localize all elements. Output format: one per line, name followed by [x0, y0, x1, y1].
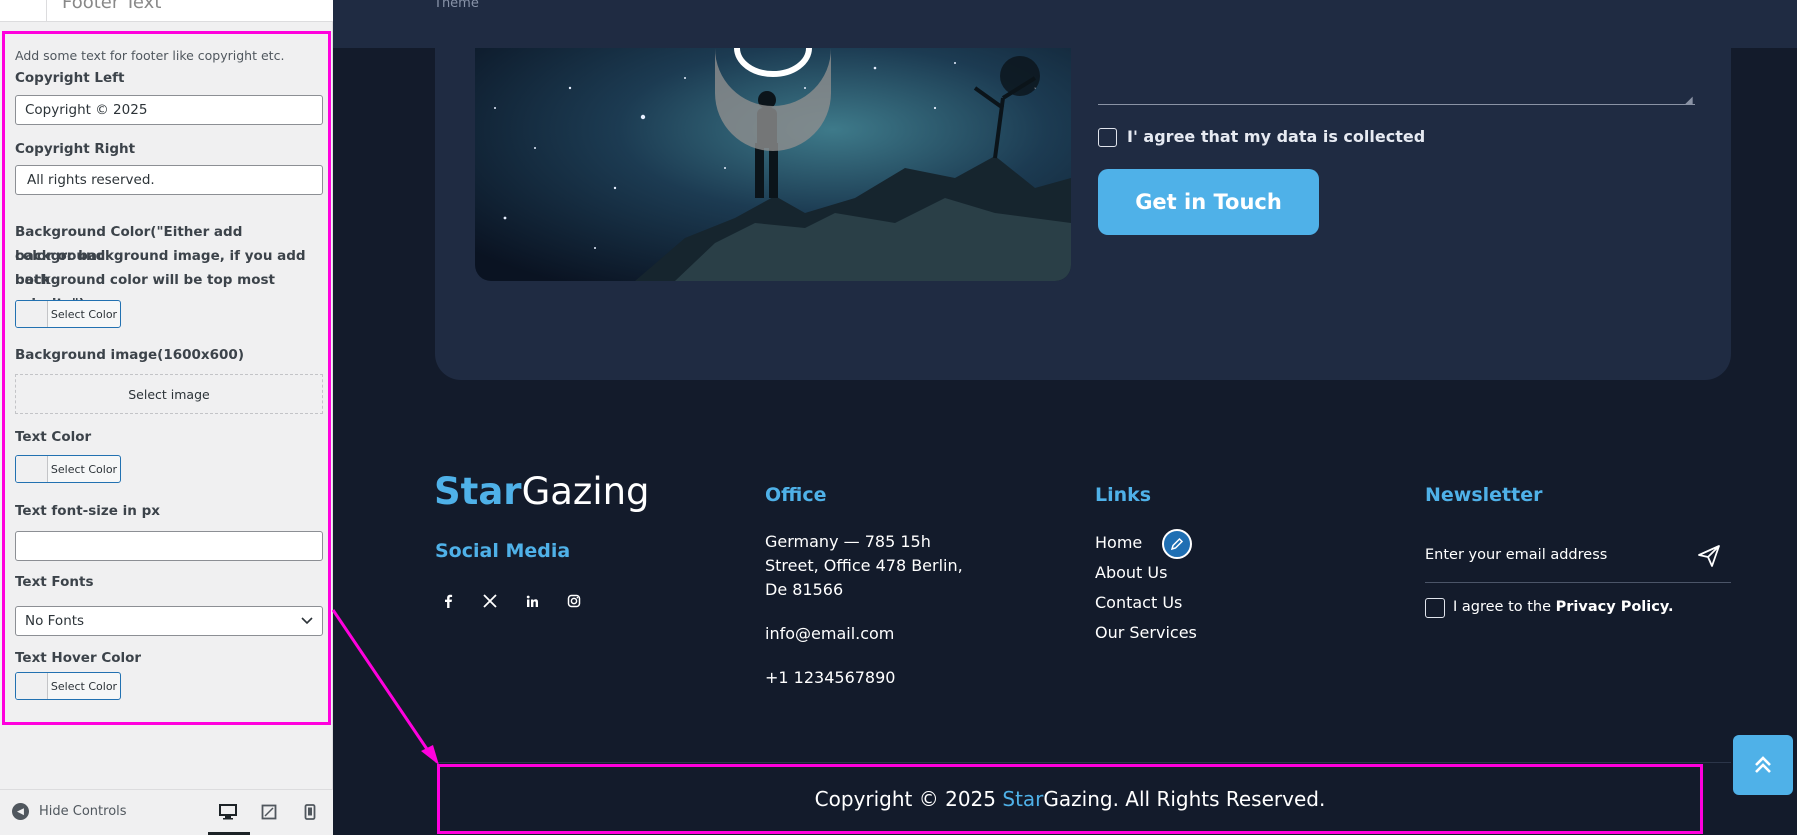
privacy-policy-link[interactable]: Privacy Policy.	[1556, 599, 1674, 615]
copyright-prefix: Copyright © 2025	[814, 787, 997, 811]
facebook-icon[interactable]	[437, 590, 459, 612]
panel-header-title: Footer Text	[62, 0, 162, 13]
text-fonts-label: Text Fonts	[15, 574, 94, 590]
contact-card: ◢ I' agree that my data is collected Get…	[435, 48, 1731, 380]
copyright-left-input[interactable]: Copyright © 2025	[15, 95, 323, 125]
site-logo[interactable]: StarGazing	[434, 470, 650, 513]
newsletter-email-input[interactable]: Enter your email address	[1425, 547, 1607, 563]
footer-link-contact[interactable]: Contact Us	[1095, 593, 1182, 612]
font-size-label: Text font-size in px	[15, 503, 160, 519]
get-in-touch-button[interactable]: Get in Touch	[1098, 169, 1319, 235]
hover-color-picker-button[interactable]: Select Color	[15, 672, 121, 700]
collapse-arrow-icon: ◀	[12, 803, 29, 820]
mobile-icon	[304, 804, 316, 820]
hover-color-swatch	[16, 673, 48, 699]
site-preview: Theme ◢ I' agree that my data is collect…	[333, 0, 1797, 835]
text-color-label: Text Color	[15, 429, 92, 445]
footer-link-about[interactable]: About Us	[1095, 563, 1167, 582]
resize-handle-icon[interactable]: ◢	[1685, 95, 1693, 106]
newsletter-heading: Newsletter	[1425, 484, 1543, 506]
logo-star: Star	[434, 470, 522, 513]
double-chevron-up-icon	[1755, 756, 1771, 773]
tablet-preview-button[interactable]	[257, 800, 281, 824]
hover-color-button-label: Select Color	[50, 679, 118, 693]
section-description: Add some text for footer like copyright …	[15, 48, 285, 63]
copyright-left-label: Copyright Left	[15, 70, 125, 86]
scroll-to-top-button[interactable]	[1733, 735, 1793, 795]
back-button[interactable]	[0, 0, 47, 22]
office-email-link[interactable]: info@email.com	[765, 622, 894, 646]
office-address-line2: Street, Office 478 Berlin,	[765, 556, 963, 575]
privacy-policy-label: I agree to the Privacy Policy.	[1453, 599, 1673, 615]
x-twitter-icon[interactable]	[479, 590, 501, 612]
privacy-policy-checkbox[interactable]	[1425, 598, 1445, 618]
text-fonts-select[interactable]: No Fonts	[15, 606, 323, 636]
stargazing-hero-image	[475, 48, 1071, 281]
desktop-icon	[219, 804, 237, 820]
hover-color-label: Text Hover Color	[15, 650, 142, 666]
footer-copyright-bar: Copyright © 2025 Star Gazing. All Rights …	[437, 764, 1703, 834]
data-consent-checkbox[interactable]	[1098, 128, 1117, 147]
mobile-preview-button[interactable]	[298, 800, 322, 824]
copyright-right-label: Copyright Right	[15, 141, 136, 157]
text-color-picker-button[interactable]: Select Color	[15, 455, 121, 483]
office-heading: Office	[765, 484, 827, 506]
chevron-down-icon	[301, 617, 313, 625]
panel-header: Footer Text	[0, 0, 333, 22]
office-phone-link[interactable]: +1 1234567890	[765, 666, 895, 690]
copyright-star: Star	[1002, 787, 1044, 811]
footer-link-services[interactable]: Our Services	[1095, 623, 1197, 642]
send-icon[interactable]	[1697, 544, 1721, 572]
instagram-icon[interactable]	[563, 590, 585, 612]
copyright-right-value: All rights reserved.	[27, 172, 155, 188]
office-address-line3: De 81566	[765, 580, 844, 599]
office-address-line1: Germany — 785 15h	[765, 532, 931, 551]
message-textarea-border[interactable]	[1098, 104, 1695, 105]
data-consent-label: I' agree that my data is collected	[1127, 127, 1426, 146]
desktop-preview-button[interactable]	[216, 800, 240, 824]
topbar-theme-label: Theme	[434, 0, 479, 11]
tablet-icon	[261, 804, 277, 820]
newsletter-input-underline	[1425, 582, 1731, 583]
copyright-left-value: Copyright © 2025	[25, 102, 148, 118]
hide-controls-label: Hide Controls	[39, 804, 127, 819]
text-fonts-value: No Fonts	[25, 613, 85, 629]
preview-topbar: Theme	[333, 0, 1797, 48]
pencil-icon	[1170, 537, 1184, 551]
linkedin-icon[interactable]	[521, 590, 543, 612]
select-image-button[interactable]: Select image	[15, 374, 323, 414]
select-image-label: Select image	[128, 386, 210, 402]
copyright-rest: Gazing. All Rights Reserved.	[1043, 787, 1326, 811]
text-color-button-label: Select Color	[50, 462, 118, 476]
bg-color-swatch	[16, 301, 48, 327]
footer-text-section: Add some text for footer like copyright …	[2, 31, 331, 725]
panel-footer: ◀ Hide Controls	[0, 789, 333, 835]
copyright-right-input[interactable]: All rights reserved.	[15, 165, 323, 195]
hide-controls-button[interactable]: ◀ Hide Controls	[12, 803, 127, 820]
privacy-prefix: I agree to the	[1453, 599, 1552, 615]
edit-shortcut-button[interactable]	[1162, 529, 1192, 559]
social-media-heading: Social Media	[435, 540, 571, 562]
logo-gazing: Gazing	[521, 470, 650, 513]
bg-image-label: Background image(1600x600)	[15, 347, 244, 363]
text-color-swatch	[16, 456, 48, 482]
bg-color-button-label: Select Color	[50, 307, 118, 321]
links-heading: Links	[1095, 484, 1152, 506]
bg-color-picker-button[interactable]: Select Color	[15, 300, 121, 328]
footer-divider	[435, 762, 1731, 763]
footer-link-home[interactable]: Home	[1095, 533, 1142, 552]
customizer-panel: Footer Text Add some text for footer lik…	[0, 0, 333, 835]
font-size-input[interactable]	[15, 531, 323, 561]
